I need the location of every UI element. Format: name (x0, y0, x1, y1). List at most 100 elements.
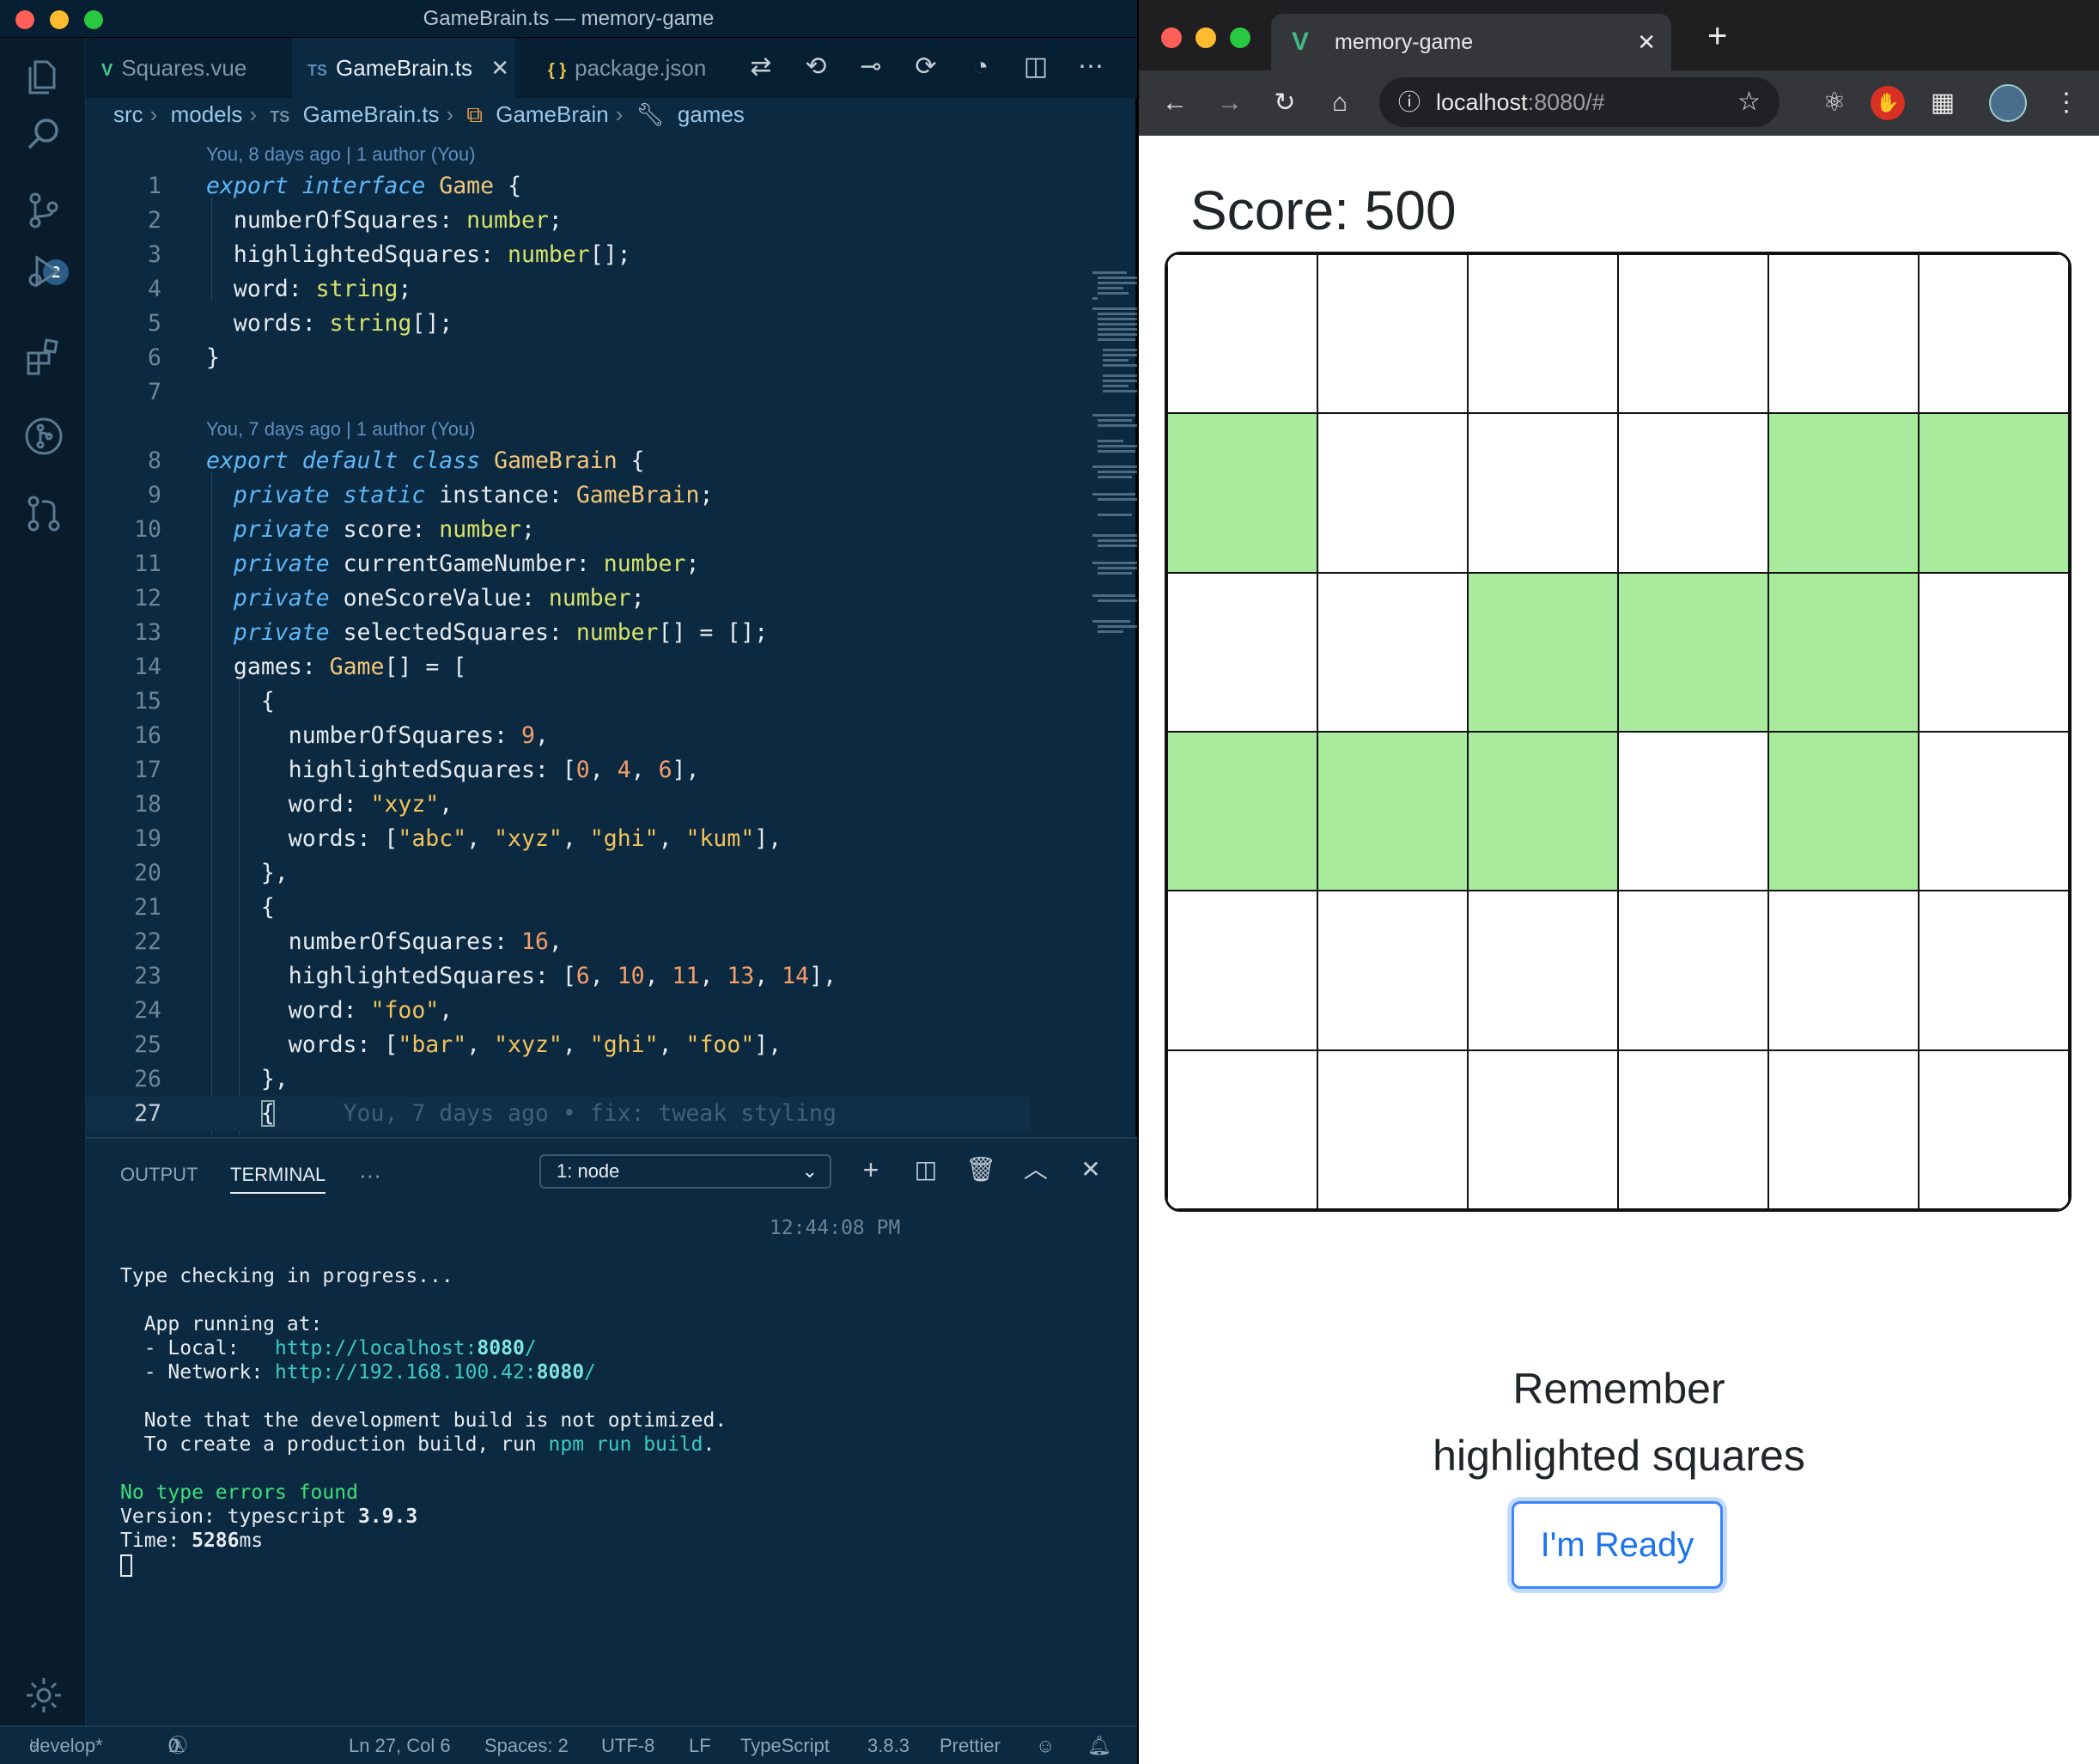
address-bar[interactable]: ⓘ localhost:8080/# ☆ (1379, 77, 1780, 127)
trash-icon[interactable]: 🗑︎ (964, 1153, 998, 1187)
tab-output[interactable]: OUTPUT (120, 1156, 198, 1194)
pull-requests-icon[interactable] (21, 491, 66, 536)
grid-square[interactable] (1167, 1049, 1317, 1209)
grid-square[interactable] (1167, 254, 1317, 414)
blame-toggle-icon[interactable]: ◔ (964, 50, 998, 84)
grid-square-highlighted[interactable] (1468, 572, 1618, 732)
react-devtools-icon[interactable]: ⚛ (1817, 86, 1852, 120)
grid-square-highlighted[interactable] (1618, 572, 1768, 732)
home-icon[interactable]: ⌂ (1323, 86, 1357, 120)
code-editor[interactable]: You, 8 days ago | 1 author (You) 1 export… (86, 137, 1137, 1135)
maximize-window-button[interactable] (84, 10, 103, 29)
grid-square[interactable] (1618, 891, 1768, 1050)
encoding[interactable]: UTF-8 (601, 1727, 654, 1764)
grid-square-highlighted[interactable] (1167, 413, 1317, 573)
close-window-button[interactable] (15, 10, 34, 29)
maximize-panel-icon[interactable]: ︿ (1019, 1153, 1053, 1187)
cursor-position[interactable]: Ln 27, Col 6 (349, 1727, 451, 1764)
grid-square[interactable] (1919, 731, 2069, 891)
commit-icon[interactable]: ⊸ (854, 50, 888, 84)
tab-gamebrain-ts[interactable]: TS GameBrain.ts ✕ (292, 38, 515, 98)
grid-square[interactable] (1618, 254, 1768, 414)
grid-square[interactable] (1317, 1049, 1468, 1209)
grid-square[interactable] (1317, 413, 1468, 573)
tab-squares-vue[interactable]: V Squares.vue (86, 38, 292, 98)
grid-square[interactable] (1618, 731, 1768, 891)
search-icon[interactable] (21, 112, 66, 156)
indentation[interactable]: Spaces: 2 (484, 1727, 569, 1764)
extensions-icon[interactable] (21, 334, 66, 379)
grid-square[interactable] (1919, 254, 2069, 414)
grid-square[interactable] (1618, 413, 1768, 573)
new-tab-icon[interactable]: + (1707, 17, 1727, 56)
explorer-icon[interactable] (21, 55, 66, 100)
prettier-status[interactable]: Prettier (940, 1727, 1001, 1764)
grid-square[interactable] (1768, 891, 1919, 1050)
new-terminal-icon[interactable]: + (854, 1153, 888, 1187)
terminal-select[interactable]: 1: node ⌄ (539, 1154, 831, 1189)
gitlens-icon[interactable] (21, 414, 66, 459)
ts-version[interactable]: 3.8.3 (867, 1727, 910, 1764)
forward-arrow-icon[interactable]: → (1213, 86, 1247, 120)
grid-square[interactable] (1768, 254, 1919, 414)
grid-square[interactable] (1468, 1049, 1618, 1209)
grid-square-highlighted[interactable] (1468, 731, 1618, 891)
grid-square[interactable] (1317, 572, 1468, 732)
minimize-window-button[interactable] (50, 10, 69, 29)
more-actions-icon[interactable]: ⋯ (1074, 50, 1108, 84)
grid-square[interactable] (1468, 254, 1618, 414)
browser-tab[interactable]: V memory-game ✕ (1271, 14, 1671, 70)
close-tab-icon[interactable]: ✕ (1637, 14, 1656, 70)
split-editor-icon[interactable]: ◫ (1019, 50, 1053, 84)
grid-square-highlighted[interactable] (1768, 731, 1919, 891)
tab-terminal[interactable]: TERMINAL (230, 1156, 326, 1194)
open-changes-icon[interactable]: ⇄ (744, 50, 778, 84)
grid-square[interactable] (1317, 254, 1468, 414)
breadcrumb-item[interactable]: models (171, 101, 243, 127)
language-mode[interactable]: TypeScript (740, 1727, 830, 1764)
reload-icon[interactable]: ↻ (1268, 86, 1302, 120)
grid-square-highlighted[interactable] (1768, 413, 1919, 573)
breadcrumb-item[interactable]: src (113, 101, 143, 127)
grid-square[interactable] (1919, 1049, 2069, 1209)
previous-revision-icon[interactable]: ⟲ (799, 50, 833, 84)
split-terminal-icon[interactable]: ◫ (909, 1153, 943, 1187)
adblock-extension-icon[interactable]: ✋ (1871, 86, 1905, 120)
grid-square[interactable] (1468, 891, 1618, 1050)
grid-square[interactable] (1167, 891, 1317, 1050)
qr-code-extension-icon[interactable]: ▦ (1926, 86, 1960, 120)
close-window-button[interactable] (1161, 27, 1182, 48)
minimap[interactable] (1091, 268, 1137, 663)
grid-square[interactable] (1919, 891, 2069, 1050)
browser-menu-icon[interactable]: ⋮ (2049, 86, 2084, 120)
source-control-icon[interactable] (21, 188, 66, 233)
close-tab-icon[interactable]: ✕ (490, 55, 509, 81)
panel-more-icon[interactable]: ··· (359, 1156, 381, 1194)
maximize-window-button[interactable] (1230, 27, 1250, 48)
run-debug-icon[interactable] (21, 249, 66, 294)
grid-square[interactable] (1618, 1049, 1768, 1209)
grid-square-highlighted[interactable] (1167, 731, 1317, 891)
grid-square-highlighted[interactable] (1317, 731, 1468, 891)
grid-square[interactable] (1468, 413, 1618, 573)
profile-avatar[interactable] (1989, 84, 2027, 122)
codelens-blame[interactable]: You, 7 days ago | 1 author (You) (206, 414, 476, 445)
close-panel-icon[interactable]: ✕ (1074, 1153, 1108, 1187)
grid-square-highlighted[interactable] (1919, 413, 2069, 573)
grid-square[interactable] (1317, 891, 1468, 1050)
minimize-window-button[interactable] (1196, 27, 1216, 48)
bookmark-star-icon[interactable]: ☆ (1737, 77, 1761, 127)
breadcrumb-item[interactable]: GameBrain.ts (303, 101, 440, 127)
line-ending[interactable]: LF (689, 1727, 711, 1764)
notifications-bell-icon[interactable]: 🔔︎ (1087, 1727, 1111, 1764)
codelens-blame[interactable]: You, 8 days ago | 1 author (You) (206, 139, 476, 170)
ready-button[interactable]: I'm Ready (1512, 1501, 1723, 1589)
breadcrumb-item[interactable]: games (678, 101, 745, 127)
grid-square[interactable] (1768, 1049, 1919, 1209)
grid-square[interactable] (1919, 572, 2069, 732)
tab-package-json[interactable]: { } package.json (532, 38, 739, 98)
breadcrumb-item[interactable]: GameBrain (496, 101, 609, 127)
grid-square-highlighted[interactable] (1768, 572, 1919, 732)
next-revision-icon[interactable]: ⟳ (909, 50, 943, 84)
grid-square[interactable] (1167, 572, 1317, 732)
